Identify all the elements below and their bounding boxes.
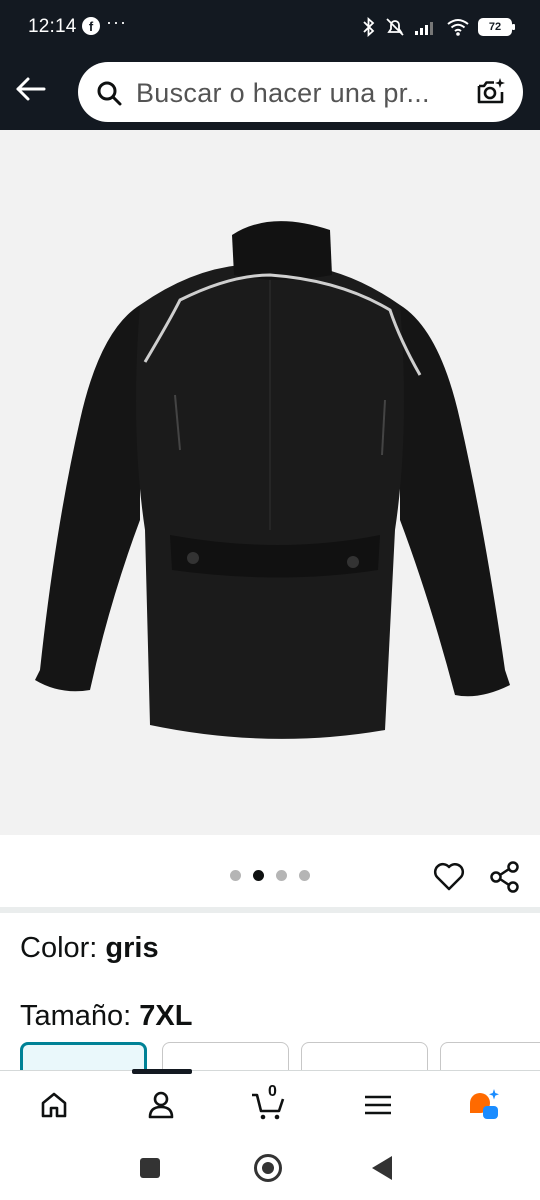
back-button[interactable] <box>372 1156 392 1180</box>
pager-dot[interactable] <box>230 870 241 881</box>
share-icon[interactable] <box>488 860 522 894</box>
home-icon[interactable] <box>36 1087 72 1123</box>
camera-search-icon[interactable] <box>475 76 507 108</box>
silent-icon <box>386 18 404 36</box>
image-pager-dots[interactable] <box>230 870 310 881</box>
jacket-image <box>35 221 510 739</box>
section-divider <box>0 907 540 913</box>
status-bar: 12:14 f ··· 72 <box>0 0 540 56</box>
pager-dot[interactable] <box>276 870 287 881</box>
battery-icon: 72 <box>478 18 515 36</box>
search-icon <box>97 81 122 106</box>
color-value: gris <box>105 932 159 964</box>
status-icons: 72 <box>362 15 515 39</box>
heart-icon[interactable] <box>432 860 466 894</box>
size-option[interactable] <box>440 1042 540 1072</box>
cart-count: 0 <box>268 1083 277 1100</box>
image-pager-row <box>0 835 540 907</box>
size-selection: Tamaño: 7XL <box>20 1000 192 1033</box>
search-header: Buscar o hacer una pr... <box>0 56 540 130</box>
pager-dot-active[interactable] <box>253 870 264 881</box>
more-notifications-icon: ··· <box>106 12 127 32</box>
menu-icon[interactable] <box>360 1087 396 1123</box>
product-image[interactable] <box>0 130 540 835</box>
nav-active-indicator <box>132 1069 192 1074</box>
search-input[interactable]: Buscar o hacer una pr... <box>78 62 523 122</box>
back-arrow-icon[interactable] <box>14 72 48 106</box>
rufus-icon[interactable] <box>466 1087 502 1123</box>
home-button[interactable] <box>254 1154 282 1182</box>
status-time: 12:14 <box>28 16 77 37</box>
size-label: Tamaño: <box>20 1000 140 1032</box>
facebook-notification-icon: f <box>82 17 100 35</box>
size-option[interactable] <box>301 1042 428 1072</box>
size-options-list <box>20 1042 540 1072</box>
search-placeholder: Buscar o hacer una pr... <box>136 78 430 108</box>
color-label: Color: <box>20 932 106 964</box>
color-selection: Color: gris <box>20 932 159 965</box>
size-option-selected[interactable] <box>20 1042 147 1072</box>
size-option[interactable] <box>162 1042 289 1072</box>
system-navigation-bar <box>0 1136 540 1200</box>
wifi-icon <box>447 19 469 36</box>
signal-icon <box>415 22 433 35</box>
bluetooth-icon <box>363 17 375 37</box>
bottom-navigation: 0 <box>0 1069 540 1136</box>
pager-dot[interactable] <box>299 870 310 881</box>
size-value: 7XL <box>139 1000 193 1032</box>
account-icon[interactable] <box>143 1087 179 1123</box>
recents-button[interactable] <box>140 1158 160 1178</box>
